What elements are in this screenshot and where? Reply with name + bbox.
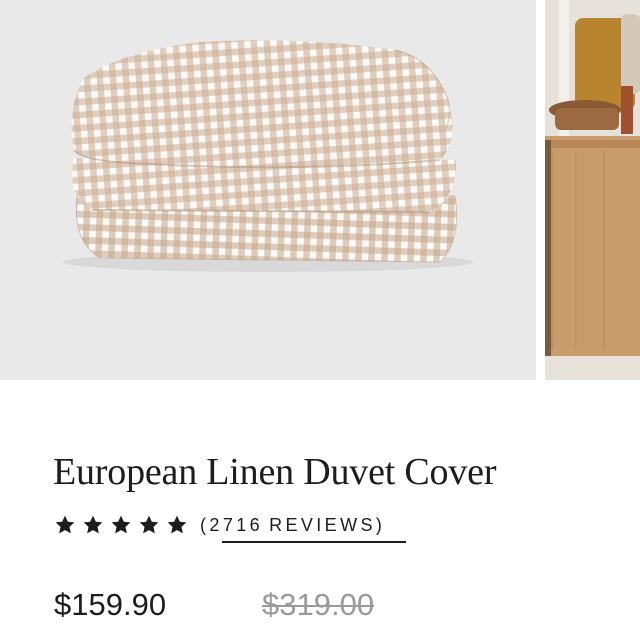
reviews-open-paren: ( — [200, 514, 210, 535]
sale-price: $159.90 — [54, 587, 167, 622]
star-icon — [83, 515, 103, 534]
rating-stars — [54, 514, 188, 536]
folded-duvet-illustration — [63, 40, 473, 272]
star-icon — [111, 515, 131, 534]
star-icon — [167, 515, 187, 534]
product-image-gallery[interactable] — [0, 0, 640, 380]
reviews-label: REVIEWS — [269, 514, 376, 535]
product-title: European Linen Duvet Cover — [53, 451, 497, 493]
reviews-close-paren: ) — [375, 514, 386, 535]
reviews-link[interactable]: ( 2716 REVIEWS ) — [200, 515, 385, 536]
reviews-link-underline — [222, 541, 406, 543]
product-image-main[interactable] — [0, 0, 536, 380]
star-icon — [55, 515, 75, 534]
product-image-next[interactable] — [545, 0, 640, 380]
star-icon — [139, 515, 159, 534]
product-rating[interactable]: ( 2716 REVIEWS ) — [54, 511, 385, 539]
reviews-count: 2716 — [209, 514, 264, 535]
bedroom-scene-illustration — [545, 0, 640, 380]
original-price: $319.00 — [262, 587, 375, 622]
